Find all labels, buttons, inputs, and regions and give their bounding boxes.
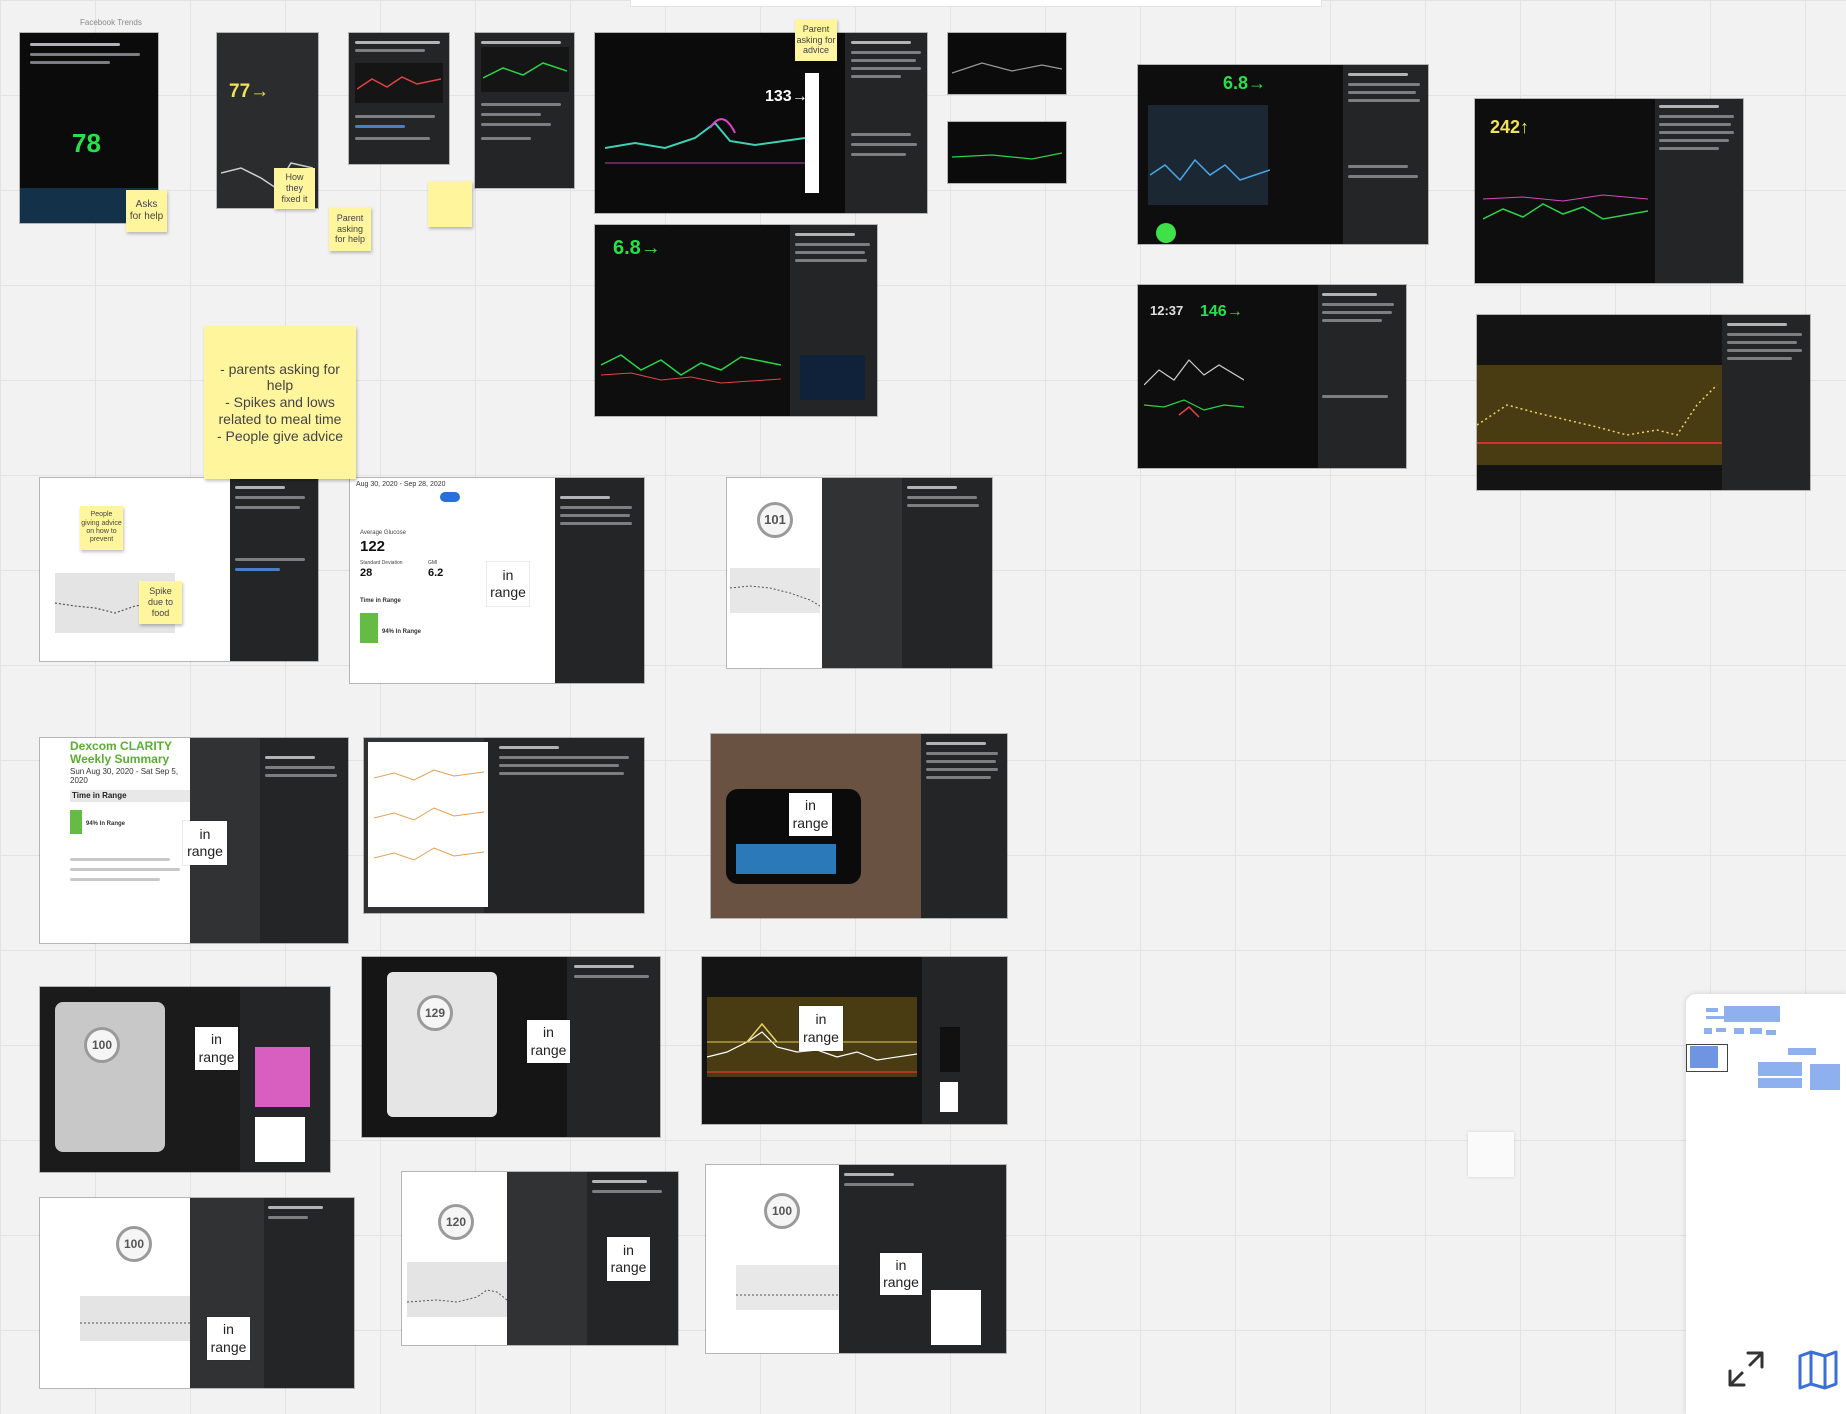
gmi-label: GMI: [428, 560, 438, 566]
label-in-range[interactable]: in range: [195, 1027, 238, 1070]
sticky-blank[interactable]: [428, 181, 472, 227]
screenshot-post-3[interactable]: [349, 33, 449, 164]
glucose-reading: 146→: [1200, 303, 1243, 320]
gmi-value: 6.2: [428, 567, 444, 579]
glucose-reading: 6.8→: [1223, 73, 1267, 93]
sticky-summary[interactable]: - parents asking for help - Spikes and l…: [204, 326, 356, 479]
glucose-trend-graph: [1477, 384, 1722, 444]
clarity-title: Dexcom CLARITY Weekly Summary: [70, 739, 173, 766]
sticky-people-giving-advice[interactable]: People giving advice on how to prevent: [80, 506, 123, 550]
screenshot-post-23[interactable]: 100: [706, 1165, 1006, 1353]
screenshot-post-14[interactable]: 101: [727, 478, 992, 668]
tir-percent: 94% In Range: [382, 629, 422, 635]
screenshot-post-20[interactable]: [702, 957, 1007, 1124]
screenshot-post-17[interactable]: [711, 734, 1007, 918]
glucose-trend-graph: [601, 354, 781, 384]
screenshot-post-11[interactable]: [1477, 315, 1810, 490]
clarity-tir-percent: 94% In Range: [86, 821, 126, 827]
label-in-range[interactable]: in range: [207, 1317, 250, 1360]
glucose-trend-graph: [736, 1294, 839, 1296]
sticky-parent-asking-help[interactable]: Parent asking for help: [329, 207, 371, 251]
glucose-circle: 100: [764, 1193, 800, 1229]
avg-glucose-value: 122: [360, 538, 386, 555]
glucose-circle: 100: [84, 1027, 120, 1063]
glucose-trend-graph: [1483, 194, 1648, 220]
glucose-reading: 77→: [229, 81, 270, 102]
glucose-circle: 101: [757, 502, 793, 538]
screenshot-post-4[interactable]: [475, 33, 574, 188]
glucose-reading: 6.8→: [613, 237, 661, 259]
glucose-trend-graph: [1150, 158, 1270, 182]
glucose-trend-graph: [80, 1322, 190, 1324]
screenshot-post-16[interactable]: [364, 738, 644, 913]
minimap-viewport[interactable]: [1686, 1044, 1728, 1072]
sticky-how-fixed[interactable]: How they fixed it: [274, 168, 315, 209]
label-in-range[interactable]: in range: [799, 1006, 843, 1051]
screenshot-post-8[interactable]: 6.8→: [1138, 65, 1428, 244]
glucose-trend-graph: [407, 1289, 507, 1303]
glucose-circle: 129: [417, 995, 453, 1031]
sticky-asks-for-help[interactable]: Asks for help: [126, 190, 167, 232]
map-icon[interactable]: [1796, 1348, 1840, 1392]
std-dev-label: Standard Deviation: [360, 560, 403, 566]
summary-date-range: Aug 30, 2020 - Sep 28, 2020: [356, 481, 446, 488]
glucose-trend-graph: [483, 62, 567, 79]
avg-glucose-label: Average Glucose: [360, 530, 406, 536]
time-in-range-label: Time in Range: [360, 598, 401, 604]
screenshot-post-9[interactable]: 12:37 146→: [1138, 285, 1406, 468]
screenshot-post-6a[interactable]: [948, 33, 1066, 94]
label-in-range[interactable]: in range: [880, 1253, 922, 1295]
glucose-reading: 78: [72, 128, 101, 158]
clock-time: 12:37: [1150, 303, 1184, 318]
screenshot-post-18[interactable]: 100: [40, 987, 330, 1172]
clarity-tir-label: Time in Range: [72, 791, 127, 800]
label-in-range[interactable]: in range: [607, 1237, 650, 1281]
glucose-trend-graph: [374, 769, 484, 861]
glucose-trend-graph: [357, 76, 441, 90]
label-in-range[interactable]: in range: [183, 821, 227, 865]
sticky-parent-asking-advice[interactable]: Parent asking for advice: [795, 19, 837, 61]
frame-title: Facebook Trends: [80, 18, 142, 27]
glucose-trend-graph: [1144, 359, 1244, 418]
screenshot-post-21[interactable]: 100: [40, 1198, 354, 1388]
screenshot-post-5[interactable]: 133→: [595, 33, 927, 213]
glucose-trend-graph: [605, 118, 805, 164]
screenshot-post-7[interactable]: 6.8→: [595, 225, 877, 416]
label-in-range[interactable]: in range: [487, 562, 529, 606]
board-top-bar: [630, 0, 1322, 7]
std-dev-value: 28: [360, 567, 373, 579]
glucose-circle: 100: [116, 1226, 152, 1262]
expand-arrows-icon[interactable]: [1724, 1347, 1768, 1391]
sticky-spike-food[interactable]: Spike due to food: [139, 581, 182, 624]
screenshot-post-19[interactable]: 129: [362, 957, 660, 1137]
clarity-dates: Sun Aug 30, 2020 - Sat Sep 5, 2020: [70, 767, 179, 785]
label-in-range[interactable]: in range: [789, 793, 832, 836]
screenshot-post-10[interactable]: 242↑: [1475, 99, 1743, 283]
glucose-reading: 242↑: [1490, 117, 1530, 137]
label-in-range[interactable]: in range: [527, 1020, 570, 1063]
blank-card[interactable]: [1468, 1132, 1514, 1177]
screenshot-post-6b[interactable]: [948, 122, 1066, 183]
glucose-trend-graph: [730, 585, 820, 607]
glucose-circle: 120: [438, 1204, 474, 1240]
